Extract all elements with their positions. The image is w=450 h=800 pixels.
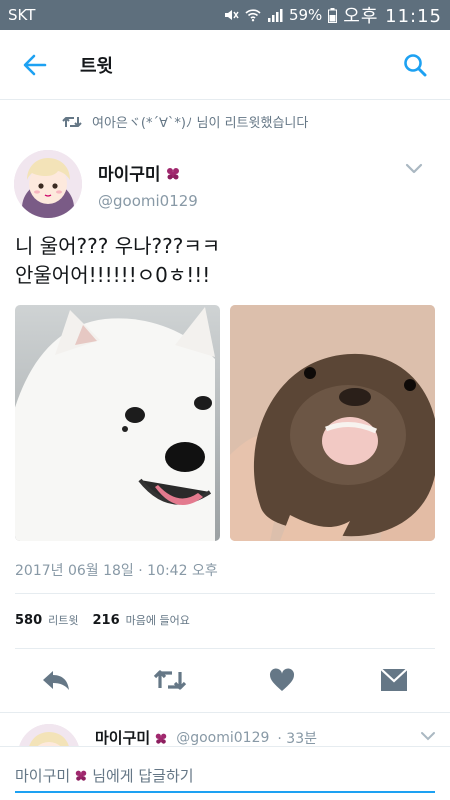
author-handle: @goomi0129 bbox=[98, 192, 198, 210]
reply-placeholder: 님에게 답글하기 bbox=[92, 766, 194, 785]
samoyed-dog-photo[interactable] bbox=[15, 305, 220, 541]
direct-message-icon bbox=[380, 668, 408, 691]
reply-target-name: 마이구미 bbox=[15, 766, 71, 785]
chevron-down-icon[interactable] bbox=[404, 160, 424, 176]
avatar-illustration bbox=[14, 150, 82, 218]
reply-age: · 33분 bbox=[277, 730, 317, 747]
tweet-media bbox=[15, 305, 435, 541]
reply-author-row: 마이구미 @goomi0129 · 33분 bbox=[95, 727, 317, 748]
tweet-stats: 580 리트윗 216 마음에 들어요 bbox=[15, 612, 204, 628]
divider bbox=[0, 712, 450, 713]
direct-message-button[interactable] bbox=[374, 660, 414, 700]
like-button[interactable] bbox=[262, 660, 302, 700]
search-button[interactable] bbox=[380, 30, 450, 100]
app-bar: 트윗 bbox=[0, 30, 450, 100]
dog-image bbox=[15, 305, 220, 541]
author-name: 마이구미 bbox=[98, 165, 161, 185]
tweet-text-line: 안울어어!!!!!!ㅇ0ㅎ!!! bbox=[15, 263, 211, 287]
reply-author-name: 마이구미 bbox=[95, 729, 151, 747]
reply-input[interactable]: 마이구미 님에게 답글하기 bbox=[15, 759, 435, 793]
reply-composer: 마이구미 님에게 답글하기 bbox=[0, 746, 450, 800]
wifi-icon bbox=[245, 9, 261, 22]
status-bar: SKT 59% 오후 11:15 bbox=[0, 0, 450, 30]
grape-emoji-icon bbox=[155, 733, 167, 744]
page-title: 트윗 bbox=[80, 55, 114, 77]
author-name-row: 마이구미 bbox=[98, 160, 198, 185]
tweet-timestamp: 2017년 06월 18일 · 10:42 오후 bbox=[15, 563, 218, 579]
otter-image bbox=[230, 305, 435, 541]
author-block[interactable]: 마이구미 @goomi0129 bbox=[98, 160, 198, 210]
chevron-down-icon[interactable] bbox=[420, 730, 436, 742]
search-icon bbox=[404, 53, 427, 76]
reply-button[interactable] bbox=[36, 660, 76, 700]
clock: 오후 11:15 bbox=[343, 6, 442, 27]
retweet-context-text: 여아은ヾ(*´∀`*)ﾉ 님이 리트윗했습니다 bbox=[92, 116, 309, 131]
reply-icon bbox=[43, 671, 69, 690]
retweets-label[interactable]: 리트윗 bbox=[48, 612, 78, 628]
tweet-actions bbox=[0, 660, 450, 702]
author-avatar[interactable] bbox=[14, 150, 82, 218]
retweet-icon bbox=[153, 670, 187, 690]
retweet-icon bbox=[62, 116, 82, 127]
battery-percent: 59% bbox=[288, 6, 323, 24]
grape-emoji-icon bbox=[75, 770, 87, 781]
status-icons: 59% 오후 11:15 bbox=[223, 2, 442, 28]
back-button[interactable] bbox=[0, 30, 70, 100]
reply-author-handle: @goomi0129 bbox=[176, 729, 270, 746]
carrier-label: SKT bbox=[8, 6, 36, 24]
heart-icon bbox=[269, 668, 295, 691]
retweet-context[interactable]: 여아은ヾ(*´∀`*)ﾉ 님이 리트윗했습니다 bbox=[62, 112, 308, 131]
signal-icon bbox=[267, 9, 283, 22]
retweets-count[interactable]: 580 bbox=[15, 613, 42, 628]
back-arrow-icon bbox=[23, 54, 47, 75]
likes-label[interactable]: 마음에 들어요 bbox=[126, 612, 190, 628]
otter-photo[interactable] bbox=[230, 305, 435, 541]
divider bbox=[15, 593, 435, 594]
tweet-text-line: 니 울어??? 우나???ㅋㅋ bbox=[15, 234, 221, 258]
mute-icon bbox=[224, 10, 239, 20]
likes-count[interactable]: 216 bbox=[93, 613, 120, 628]
divider bbox=[15, 648, 435, 649]
tweet-text: 니 울어??? 우나???ㅋㅋ 안울어어!!!!!!ㅇ0ㅎ!!! bbox=[15, 232, 220, 290]
retweet-button[interactable] bbox=[150, 660, 190, 700]
battery-icon bbox=[328, 7, 338, 23]
grape-emoji-icon bbox=[166, 167, 179, 179]
